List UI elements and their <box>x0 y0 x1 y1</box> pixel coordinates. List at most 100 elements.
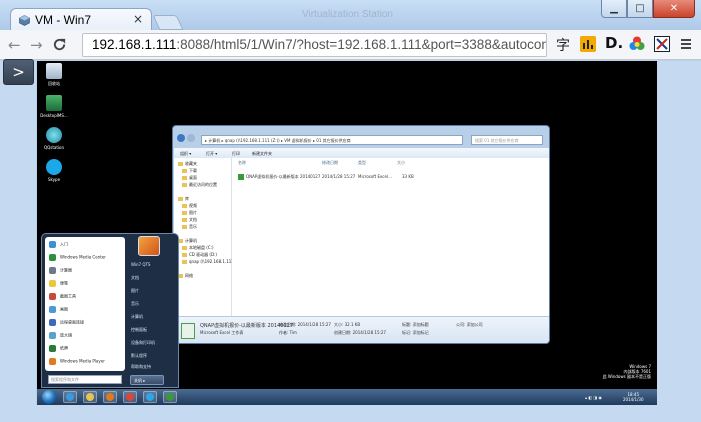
start-item-media-player[interactable]: Windows Media Player <box>49 358 105 365</box>
explorer-details-pane: QNAP虚拟机报价-以最新版本 20140127 Microsoft Excel… <box>174 316 549 343</box>
shutdown-button[interactable]: 关机 ▸ <box>130 375 164 385</box>
start-item-paint[interactable]: 画图 <box>49 306 68 313</box>
nav-computer[interactable]: 计算机 <box>178 238 197 244</box>
cmd-new-folder[interactable]: 新建文件夹 <box>252 151 272 157</box>
new-tab-button[interactable] <box>152 15 184 30</box>
col-size[interactable]: 大小 <box>397 160 405 166</box>
nav-recent[interactable]: 最近访问的位置 <box>182 182 217 188</box>
start-right-computer[interactable]: 计算机 <box>131 314 143 320</box>
maximize-button[interactable]: □ <box>627 0 653 18</box>
nav-network[interactable]: 网络 <box>178 273 193 279</box>
tray-icons[interactable]: ▴ ◧ ◨ ◉ <box>585 395 602 400</box>
start-right-documents[interactable]: 文档 <box>131 275 139 281</box>
col-date[interactable]: 修改日期 <box>322 160 338 166</box>
start-item-solitaire[interactable]: 纸牌 <box>49 345 68 352</box>
skype-icon[interactable] <box>143 391 157 403</box>
qqstation-icon <box>46 127 62 143</box>
browser-toolbar: ← → 192.168.1.111:8088/html5/1/Win7/?hos… <box>0 30 701 60</box>
start-item-snipping-tool[interactable]: 截图工具 <box>49 293 76 300</box>
start-right-default-programs[interactable]: 默认程序 <box>131 353 147 359</box>
address-bar[interactable]: 192.168.1.111:8088/html5/1/Win7/?host=19… <box>82 33 547 57</box>
d-icon[interactable]: D. <box>605 34 623 52</box>
reload-icon[interactable] <box>52 37 67 52</box>
nav-drive-c[interactable]: 本地磁盘 (C:) <box>182 245 214 251</box>
explorer-file-list: 名称 修改日期 类型 大小 QNAP虚拟机报价-以最新版本 20140127 2… <box>232 158 549 316</box>
start-menu-programs: 入门 Windows Media Center 计算器 便笺 截图工具 画图 远… <box>45 237 125 371</box>
color-wheel-icon[interactable] <box>629 36 645 52</box>
window-controls: ▁ □ ✕ <box>601 0 695 18</box>
col-type[interactable]: 类型 <box>358 160 366 166</box>
desktop-icon-qqstation[interactable]: QQstation <box>37 127 71 150</box>
tab-close-icon[interactable]: × <box>133 12 143 26</box>
nav-downloads[interactable]: 下载 <box>182 168 197 174</box>
explorer-window[interactable]: ▸ 计算机 ▸ qnap (\\192.168.1.111 (Z:)) ▸ VM… <box>172 125 550 344</box>
taskbar: ▴ ◧ ◨ ◉ 18:45 2014/1/30 <box>37 389 657 405</box>
start-right-help[interactable]: 帮助和支持 <box>131 364 151 370</box>
nav-music[interactable]: 音乐 <box>182 224 197 230</box>
all-programs-item[interactable]: 所有程序 <box>50 365 77 372</box>
explorer-command-bar: 组织 ▾ 打开 ▾ 打印 新建文件夹 <box>174 148 549 158</box>
tab-title: VM - Win7 <box>35 13 92 27</box>
window-title: Virtualization Station <box>302 9 393 20</box>
nav-documents[interactable]: 文档 <box>182 217 197 223</box>
desktop-icon-recycle-bin[interactable]: 回收站 <box>37 63 71 87</box>
translate-icon[interactable]: 字 <box>556 35 572 54</box>
desktop-icon-skype[interactable]: Skype <box>37 159 71 182</box>
tab-favicon-icon <box>19 15 30 26</box>
start-item-media-center[interactable]: Windows Media Center <box>49 254 106 261</box>
start-item-magnifier[interactable]: 放大镜 <box>49 332 72 339</box>
tray-clock[interactable]: 18:45 2014/1/30 <box>623 392 644 402</box>
remote-desktop[interactable]: 回收站 DesktopIMS... QQstation Skype ▸ 计算机 … <box>37 61 657 405</box>
nav-qnap-share[interactable]: qnap (\\192.168.1.111) <box>182 259 235 264</box>
nav-videos[interactable]: 视频 <box>182 203 197 209</box>
stats-icon[interactable] <box>580 36 596 52</box>
explorer-address-bar[interactable]: ▸ 计算机 ▸ qnap (\\192.168.1.111 (Z:)) ▸ VM… <box>201 135 463 145</box>
nav-drive-d[interactable]: CD 驱动器 (D:) <box>182 252 217 258</box>
col-name[interactable]: 名称 <box>238 160 246 166</box>
media-player-icon[interactable] <box>103 391 117 403</box>
url-path: :8088/html5/1/Win7/?host=192.168.1.111&p… <box>176 37 547 52</box>
start-orb-icon[interactable] <box>42 390 56 404</box>
chrome-icon[interactable] <box>123 391 137 403</box>
excel-icon[interactable] <box>163 391 177 403</box>
start-item-calculator[interactable]: 计算器 <box>49 267 72 274</box>
start-right-music[interactable]: 音乐 <box>131 301 139 307</box>
start-search-input[interactable]: 搜索程序和文件 <box>48 375 122 384</box>
minimize-button[interactable]: ▁ <box>601 0 627 18</box>
start-item-getting-started[interactable]: 入门 <box>49 241 68 248</box>
viewer-right-panel <box>657 61 701 422</box>
cmd-print[interactable]: 打印 <box>232 151 240 157</box>
nav-favorites[interactable]: 收藏夹 <box>178 161 197 167</box>
cut-icon[interactable] <box>654 36 670 52</box>
start-item-remote-desktop[interactable]: 远程桌面连接 <box>49 319 84 326</box>
explorer-back-icon[interactable] <box>177 134 185 142</box>
start-right-user[interactable]: Win7 QTS <box>131 262 150 267</box>
desktop-icon-ims[interactable]: DesktopIMS... <box>37 95 71 118</box>
explorer-nav-pane: 收藏夹 下载 桌面 最近访问的位置 库 视频 图片 文档 音乐 计算机 本地磁盘… <box>174 158 235 316</box>
start-item-sticky-notes[interactable]: 便笺 <box>49 280 68 287</box>
menu-icon[interactable] <box>678 36 694 52</box>
user-avatar <box>138 236 160 256</box>
ims-icon <box>46 95 62 111</box>
nav-pictures[interactable]: 图片 <box>182 210 197 216</box>
forward-icon[interactable]: → <box>30 36 43 54</box>
browser-tab[interactable]: VM - Win7 × <box>10 8 152 32</box>
cmd-organize[interactable]: 组织 ▾ <box>180 151 191 157</box>
ie-icon[interactable] <box>63 391 77 403</box>
close-button[interactable]: ✕ <box>653 0 695 18</box>
start-menu[interactable]: 入门 Windows Media Center 计算器 便笺 截图工具 画图 远… <box>41 233 179 388</box>
url-host: 192.168.1.111 <box>92 37 177 52</box>
sidebar-toggle-button[interactable]: > <box>3 59 34 85</box>
start-right-devices[interactable]: 设备和打印机 <box>131 340 155 346</box>
back-icon[interactable]: ← <box>8 36 21 54</box>
folder-icon[interactable] <box>83 391 97 403</box>
cmd-open[interactable]: 打开 ▾ <box>206 151 217 157</box>
nav-libraries[interactable]: 库 <box>178 196 189 202</box>
start-right-control-panel[interactable]: 控制面板 <box>131 327 147 333</box>
start-right-pictures[interactable]: 图片 <box>131 288 139 294</box>
viewer-left-panel: > <box>0 59 36 422</box>
nav-desktop[interactable]: 桌面 <box>182 175 197 181</box>
explorer-search-input[interactable]: 搜索 01 其它报价供应商 <box>471 135 543 145</box>
explorer-forward-icon[interactable] <box>187 134 195 142</box>
recycle-bin-icon <box>46 63 62 79</box>
